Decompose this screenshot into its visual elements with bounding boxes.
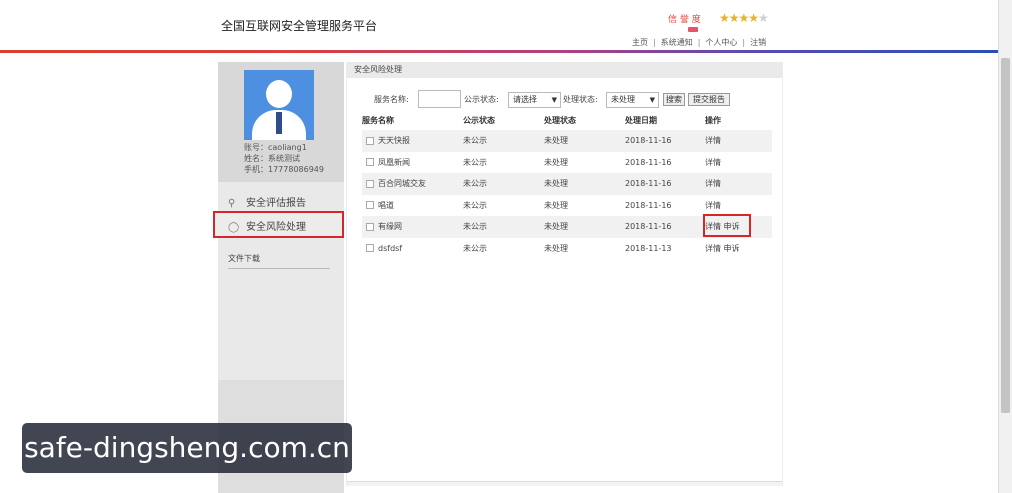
cell-service-name: 有缘网 xyxy=(378,222,402,232)
stars-empty: ★ xyxy=(758,11,769,25)
page-scrollbar[interactable] xyxy=(998,0,1012,493)
cell-service-name: 唱道 xyxy=(378,200,394,210)
cell-date: 2018-11-13 xyxy=(625,243,672,253)
cell-public-status: 未公示 xyxy=(463,200,487,210)
cell-public-status: 未公示 xyxy=(463,216,544,238)
column-header: 处理状态 xyxy=(544,115,576,125)
search-button[interactable]: 搜索 xyxy=(663,93,685,106)
cell-process-status: 未处理 xyxy=(544,216,625,238)
table-row: 天天快报 未公示 未处理 2018-11-16 详情 xyxy=(362,130,772,152)
cell-service-name: 百合同城交友 xyxy=(378,179,426,189)
nav-separator: | xyxy=(653,38,656,47)
credit-badge[interactable]: 信 誉 度 xyxy=(668,12,701,32)
row-checkbox[interactable] xyxy=(366,201,374,210)
nav-profile-link[interactable]: 个人中心 xyxy=(705,38,737,47)
avatar xyxy=(244,70,314,140)
rating-stars: ★★★★★ xyxy=(719,11,769,25)
action-highlight xyxy=(703,214,751,237)
sidebar-item-assessment-report[interactable]: ⚲ 安全评估报告 xyxy=(228,194,306,209)
table-row: 百合同城交友 未公示 未处理 2018-11-16 详情 xyxy=(362,173,772,195)
profile-card: 账号：caoliang1 姓名：系统测试 手机：17778086949 xyxy=(218,62,344,182)
sidebar-item-label: 安全评估报告 xyxy=(246,198,306,209)
watermark: safe-dingsheng.com.cn xyxy=(22,423,352,473)
scroll-thumb[interactable] xyxy=(1001,58,1010,413)
sidebar-file-download[interactable]: 文件下载 xyxy=(228,253,330,269)
nav-separator: | xyxy=(697,38,701,47)
nav-notifications-link[interactable]: 系统通知 xyxy=(661,38,693,47)
profile-name: 姓名：系统测试 xyxy=(244,154,300,163)
cell-date: 2018-11-16 xyxy=(625,200,672,210)
notification-badge xyxy=(688,27,698,32)
process-status-select[interactable]: 未处理 ▼ xyxy=(606,92,659,108)
service-name-label: 服务名称: xyxy=(374,95,409,104)
process-status-value: 未处理 xyxy=(611,95,635,104)
nav-separator: | xyxy=(742,38,746,47)
detail-link[interactable]: 详情 xyxy=(705,158,721,167)
cell-service-name: 天天快报 xyxy=(378,136,410,146)
cell-process-status: 未处理 xyxy=(544,130,625,152)
row-checkbox[interactable] xyxy=(366,158,374,167)
public-status-value: 请选择 xyxy=(513,95,537,104)
table-row: dsfdsf 未公示 未处理 2018-11-13 详情 申诉 xyxy=(362,238,772,260)
table-header-row: 服务名称 公示状态 处理状态 处理日期 操作 xyxy=(362,110,772,130)
pagination-bar xyxy=(347,481,782,486)
cell-process-status: 未处理 xyxy=(544,173,625,195)
top-nav: 主页 | 系统通知 | 个人中心 | 注销 xyxy=(632,37,766,48)
cell-date: 2018-11-16 xyxy=(625,173,705,195)
cell-date: 2018-11-16 xyxy=(625,130,705,152)
table-row: 唱道 未公示 未处理 2018-11-16 详情 xyxy=(362,195,772,217)
sidebar-item-label: 安全风险处理 xyxy=(246,222,306,233)
detail-link[interactable]: 详情 xyxy=(705,179,721,188)
search-icon: ⚲ xyxy=(228,198,236,209)
main-panel: 安全风险处理 服务名称: 公示状态: 请选择 ▼ 处理状态: 未处理 ▼ 搜索 提交… xyxy=(346,62,783,486)
detail-link[interactable]: 详情 xyxy=(705,201,721,210)
cell-public-status: 未公示 xyxy=(463,157,487,167)
cell-process-status: 未处理 xyxy=(544,200,568,210)
profile-info: 账号：caoliang1 姓名：系统测试 手机：17778086949 xyxy=(244,142,324,175)
row-checkbox[interactable] xyxy=(366,179,374,188)
profile-account: 账号：caoliang1 xyxy=(244,143,307,152)
public-status-label: 公示状态: xyxy=(464,95,499,104)
cell-service-name: dsfdsf xyxy=(378,243,403,253)
detail-link[interactable]: 详情 xyxy=(705,244,721,253)
site-title: 全国互联网安全管理服务平台 xyxy=(221,19,378,33)
nav-home-link[interactable]: 主页 xyxy=(632,38,648,47)
public-status-select[interactable]: 请选择 ▼ xyxy=(508,92,561,108)
service-name-input[interactable] xyxy=(418,90,461,108)
column-header: 公示状态 xyxy=(463,115,495,125)
cell-date: 2018-11-16 xyxy=(625,157,672,167)
chevron-down-icon: ▼ xyxy=(649,96,655,104)
header-divider xyxy=(0,50,1000,53)
chevron-down-icon: ▼ xyxy=(551,96,557,104)
cell-process-status: 未处理 xyxy=(544,243,568,253)
row-checkbox[interactable] xyxy=(366,244,374,253)
cell-public-status: 未公示 xyxy=(463,243,487,253)
profile-phone: 手机：17778086949 xyxy=(244,165,324,174)
stars-filled: ★★★★ xyxy=(719,11,759,25)
detail-link[interactable]: 详情 xyxy=(705,136,721,145)
row-checkbox[interactable] xyxy=(366,222,374,231)
cell-public-status: 未公示 xyxy=(463,130,544,152)
cell-date: 2018-11-16 xyxy=(625,216,705,238)
row-checkbox[interactable] xyxy=(366,136,374,145)
column-header: 操作 xyxy=(705,115,721,125)
process-status-label: 处理状态: xyxy=(563,95,598,104)
cell-process-status: 未处理 xyxy=(544,157,568,167)
appeal-link[interactable]: 申诉 xyxy=(724,244,740,253)
cell-public-status: 未公示 xyxy=(463,173,544,195)
nav-logout-link[interactable]: 注销 xyxy=(750,38,766,47)
section-title: 安全风险处理 xyxy=(347,62,782,78)
sidebar-item-risk-handling[interactable]: ◯ 安全风险处理 xyxy=(228,218,306,233)
column-header: 处理日期 xyxy=(625,115,657,125)
credit-label: 信 誉 度 xyxy=(668,15,701,25)
table-row: 凤凰新闻 未公示 未处理 2018-11-16 详情 xyxy=(362,152,772,174)
submit-report-button[interactable]: 提交报告 xyxy=(688,93,730,106)
cell-service-name: 凤凰新闻 xyxy=(378,157,410,167)
column-header: 服务名称 xyxy=(362,115,394,125)
shield-icon: ◯ xyxy=(228,222,240,233)
